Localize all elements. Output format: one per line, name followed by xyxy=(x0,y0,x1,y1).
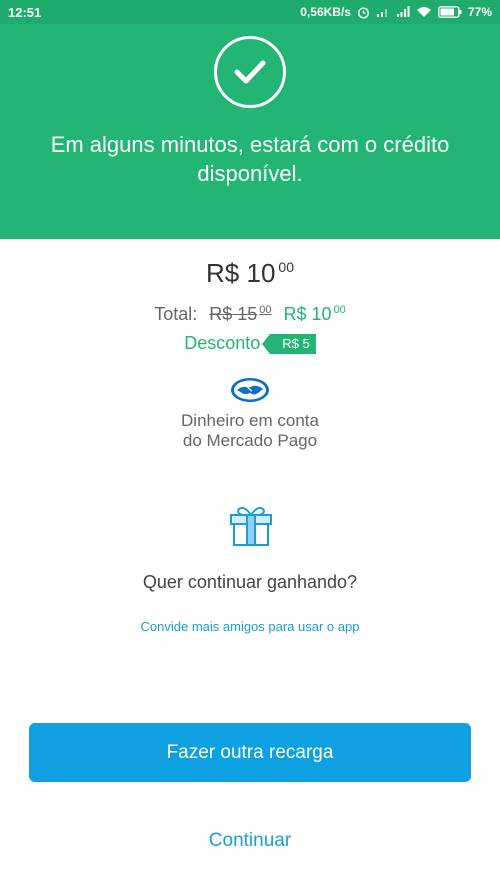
status-indicators: 0,56KB/s 77% xyxy=(300,5,492,19)
alarm-icon xyxy=(357,6,370,19)
success-banner: Em alguns minutos, estará com o crédito … xyxy=(0,24,500,239)
amount-cents: 00 xyxy=(278,259,294,275)
new-price: R$ 10 00 xyxy=(284,304,346,325)
invite-friends-link[interactable]: Convide mais amigos para usar o app xyxy=(0,619,500,634)
battery-level: 77% xyxy=(467,5,492,19)
wifi-icon xyxy=(416,6,432,18)
payment-method-line1: Dinheiro em conta xyxy=(181,411,319,430)
gift-icon xyxy=(228,505,274,547)
signal-icon xyxy=(376,6,390,18)
payment-method-line2: do Mercado Pago xyxy=(182,431,318,450)
new-price-cents: 00 xyxy=(333,304,346,316)
payment-method: Dinheiro em conta do Mercado Pago xyxy=(0,411,500,451)
signal-icon xyxy=(396,6,410,18)
total-label: Total: xyxy=(154,304,198,324)
new-price-value: R$ 10 xyxy=(283,304,332,324)
discount-badge: R$ 5 xyxy=(262,333,316,354)
continue-link[interactable]: Continuar xyxy=(0,830,500,852)
recharge-amount: R$ 10 00 xyxy=(0,258,500,289)
status-time: 12:51 xyxy=(8,4,42,20)
status-bar: 12:51 0,56KB/s 77% xyxy=(0,0,500,24)
discount-label: Desconto xyxy=(184,333,261,353)
amount-currency: R$ xyxy=(206,258,240,288)
referral-question: Quer continuar ganhando? xyxy=(142,572,358,592)
success-message: Em alguns minutos, estará com o crédito … xyxy=(50,132,450,186)
new-recharge-button[interactable]: Fazer outra recarga xyxy=(29,723,471,782)
total-row: Total: R$ 15 00 R$ 10 00 xyxy=(0,304,500,325)
old-price-value: R$ 15 xyxy=(209,304,258,324)
battery-icon xyxy=(438,6,462,18)
amount-integer: 10 xyxy=(246,258,276,288)
old-price: R$ 15 00 xyxy=(209,304,271,325)
old-price-cents: 00 xyxy=(259,304,272,316)
discount-row: Desconto R$ 5 xyxy=(0,333,500,354)
checkmark-icon xyxy=(214,36,286,108)
network-speed: 0,56KB/s xyxy=(300,5,351,19)
mercado-pago-handshake-icon xyxy=(230,377,270,403)
